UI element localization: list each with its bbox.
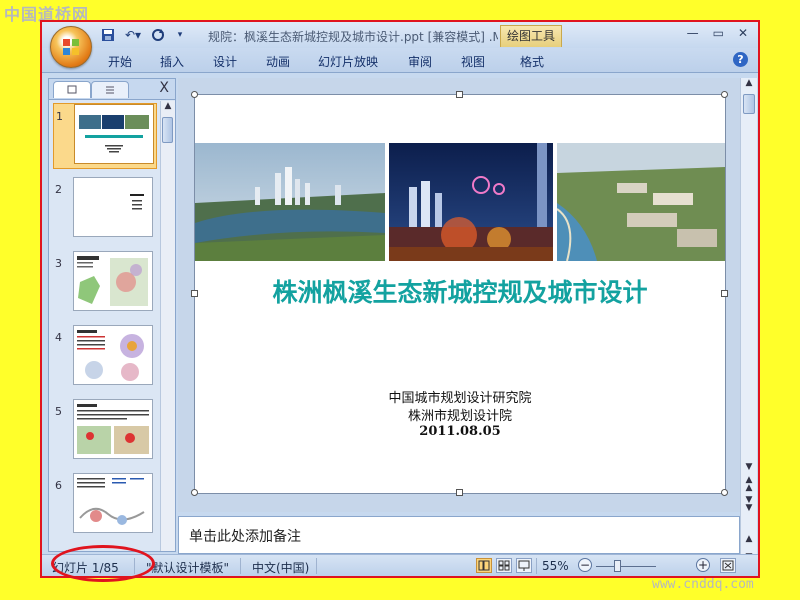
slide-thumbnail-3[interactable]: 3 <box>53 251 157 317</box>
slide-number: 3 <box>55 257 62 270</box>
aerial-photo-1 <box>195 143 385 261</box>
slide-number: 1 <box>56 110 63 123</box>
minimize-button[interactable]: — <box>687 26 699 40</box>
slideshow-view-icon[interactable] <box>516 558 532 573</box>
powerpoint-window: ↶▾ ▾ 规院：枫溪生态新城控规及城市设计.ppt [兼容模式] .M 绘图工具… <box>40 20 760 578</box>
window-controls: — ▭ ✕ <box>687 26 748 40</box>
resize-handle[interactable] <box>191 489 198 496</box>
watermark-bottom: www.cnddq.com <box>652 577 754 592</box>
slide-thumbnail-5[interactable]: 5 <box>53 399 157 465</box>
tab-design[interactable]: 设计 <box>213 53 237 70</box>
notes-pane[interactable]: 单击此处添加备注 <box>178 516 740 554</box>
resize-handle[interactable] <box>721 489 728 496</box>
design-template-label[interactable]: "默认设计模板" <box>146 559 229 576</box>
resize-handle[interactable] <box>456 489 463 496</box>
zoom-slider-track[interactable] <box>596 566 656 567</box>
thumbnail-image <box>73 251 153 311</box>
panel-scrollbar[interactable]: ▲ <box>160 101 175 551</box>
current-slide[interactable]: 株洲枫溪生态新城控规及城市设计 中国城市规划设计研究院 株洲市规划设计院 201… <box>191 91 728 496</box>
slide-title[interactable]: 株洲枫溪生态新城控规及城市设计 <box>195 273 725 309</box>
tab-animations[interactable]: 动画 <box>266 53 290 70</box>
next-slide-icon[interactable]: ▼ ▼ <box>741 496 757 513</box>
organization-1[interactable]: 中国城市规划设计研究院 <box>195 387 725 406</box>
title-bar: ↶▾ ▾ 规院：枫溪生态新城控规及城市设计.ppt [兼容模式] .M 绘图工具… <box>42 22 758 48</box>
slide-edit-area: 株洲枫溪生态新城控规及城市设计 中国城市规划设计研究院 株洲市规划设计院 201… <box>178 78 744 512</box>
redo-icon[interactable] <box>150 27 166 43</box>
fit-to-window-icon[interactable] <box>720 558 736 573</box>
notes-placeholder: 单击此处添加备注 <box>189 529 301 545</box>
notes-scroll-up-icon[interactable]: ▲ <box>741 534 757 544</box>
slide-sorter-view-icon[interactable] <box>496 558 512 573</box>
slide-number: 4 <box>55 331 62 344</box>
maximize-button[interactable]: ▭ <box>713 26 724 40</box>
ribbon-tabs: 开始 插入 设计 动画 幻灯片放映 审阅 视图 格式 ? <box>42 48 758 73</box>
language-label[interactable]: 中文(中国) <box>252 559 309 576</box>
window-title: 规院：枫溪生态新城控规及城市设计.ppt [兼容模式] .M <box>208 30 498 44</box>
customize-icon[interactable]: ▾ <box>172 27 188 43</box>
tab-format[interactable]: 格式 <box>520 53 544 70</box>
close-button[interactable]: ✕ <box>738 26 748 40</box>
slide-number: 5 <box>55 405 62 418</box>
resize-handle[interactable] <box>191 91 198 98</box>
separator <box>316 558 317 574</box>
highlight-ellipse <box>51 545 155 582</box>
thumbnail-image <box>73 399 153 459</box>
resize-handle[interactable] <box>456 91 463 98</box>
thumbnail-image <box>73 325 153 385</box>
scroll-thumb[interactable] <box>743 94 755 114</box>
slide-thumbnail-4[interactable]: 4 <box>53 325 157 391</box>
outline-tab-icon[interactable] <box>91 81 129 98</box>
aerial-photo-2 <box>389 143 553 261</box>
scroll-down-icon[interactable]: ▼ <box>741 462 757 472</box>
resize-handle[interactable] <box>191 290 198 297</box>
tab-review[interactable]: 审阅 <box>408 53 432 70</box>
organization-2[interactable]: 株洲市规划设计院 <box>195 405 725 424</box>
zoom-in-icon[interactable]: + <box>696 558 710 572</box>
scroll-up-icon[interactable]: ▲ <box>161 101 175 115</box>
zoom-slider-thumb[interactable] <box>614 560 621 572</box>
drawing-tools-context-tab[interactable]: 绘图工具 <box>500 25 562 47</box>
normal-view-icon[interactable] <box>476 558 492 573</box>
tab-insert[interactable]: 插入 <box>160 53 184 70</box>
previous-slide-icon[interactable]: ▲ ▲ <box>741 476 757 493</box>
zoom-out-icon[interactable]: − <box>578 558 592 572</box>
slide-thumbnails: 1 2 3 4 5 6 <box>49 101 161 551</box>
thumbnail-image <box>73 177 153 237</box>
help-icon[interactable]: ? <box>733 52 748 67</box>
slide-number: 6 <box>55 479 62 492</box>
quick-access-toolbar: ↶▾ ▾ <box>100 27 188 43</box>
slide-thumbnail-6[interactable]: 6 <box>53 473 157 539</box>
slide-number: 2 <box>55 183 62 196</box>
panel-scroll-thumb[interactable] <box>162 117 173 143</box>
slides-panel: X 1 2 3 4 5 6 ▲ <box>48 78 176 552</box>
slides-tab-icon[interactable] <box>53 81 91 98</box>
undo-icon[interactable]: ↶▾ <box>122 27 144 43</box>
thumbnail-image <box>73 473 153 533</box>
thumbnail-image <box>74 104 154 164</box>
office-button[interactable] <box>50 26 92 68</box>
resize-handle[interactable] <box>721 91 728 98</box>
scroll-up-icon[interactable]: ▲ <box>741 78 757 88</box>
tab-slideshow[interactable]: 幻灯片放映 <box>318 53 378 70</box>
slide-date[interactable]: 2011.08.05 <box>195 424 725 439</box>
zoom-level[interactable]: 55% <box>542 559 569 573</box>
aerial-photo-3 <box>557 143 725 261</box>
save-icon[interactable] <box>100 27 116 43</box>
panel-close-icon[interactable]: X <box>159 80 169 96</box>
separator <box>536 558 537 574</box>
panel-tabs: X <box>49 79 175 100</box>
vertical-scrollbar[interactable]: ▲ ▼ ▲▲ ▼▼ ▲ ▼ <box>740 78 757 568</box>
slide-thumbnail-2[interactable]: 2 <box>53 177 157 243</box>
resize-handle[interactable] <box>721 290 728 297</box>
tab-view[interactable]: 视图 <box>461 53 485 70</box>
separator <box>240 558 241 574</box>
tab-home[interactable]: 开始 <box>108 53 132 70</box>
slide-thumbnail-1[interactable]: 1 <box>53 103 157 169</box>
